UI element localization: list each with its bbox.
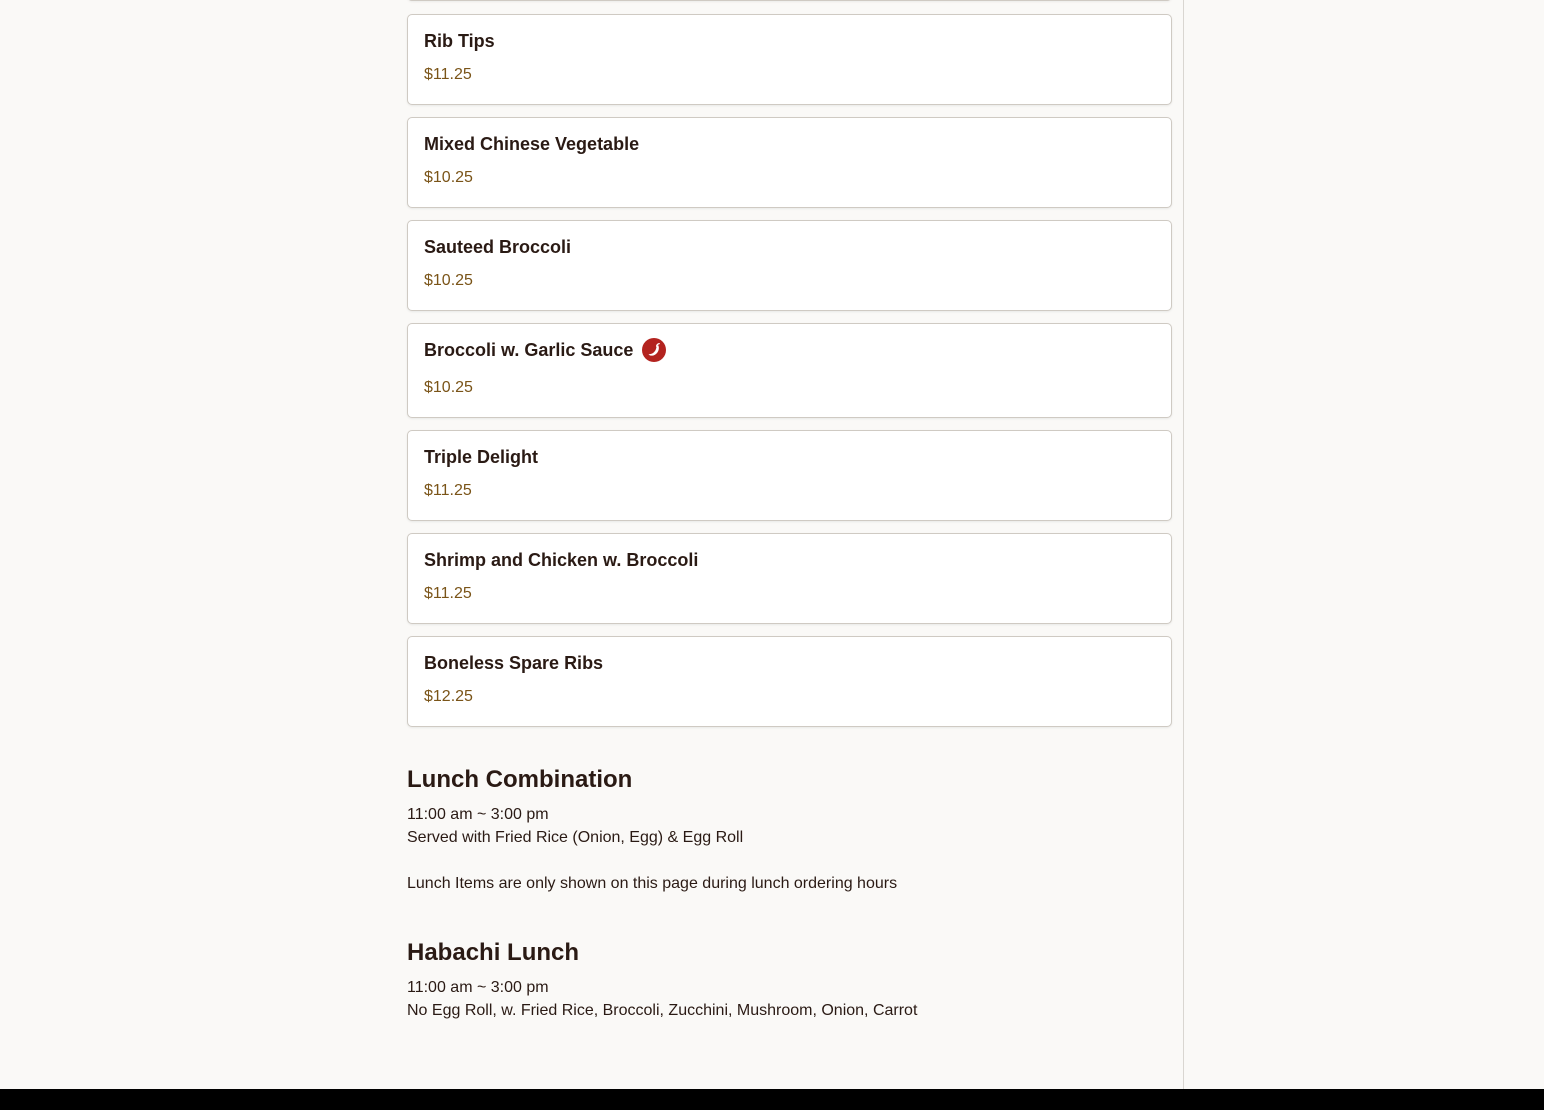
item-price: $10.25 [424, 169, 473, 186]
item-name-row: Broccoli w. Garlic Sauce [424, 338, 1155, 362]
item-name: Shrimp and Chicken w. Broccoli [424, 550, 699, 570]
item-price: $10.25 [424, 272, 473, 289]
item-name-row: Shrimp and Chicken w. Broccoli [424, 550, 1155, 570]
menu-item-card[interactable]: Rib Tips $11.25 [407, 14, 1172, 105]
menu-item-card[interactable]: Shrimp and Chicken w. Broccoli $11.25 [407, 533, 1172, 624]
item-name: Broccoli w. Garlic Sauce [424, 340, 634, 360]
menu-item-card[interactable]: Sauteed Broccoli $10.25 [407, 220, 1172, 311]
section-description: No Egg Roll, w. Fried Rice, Broccoli, Zu… [407, 1002, 918, 1019]
item-name: Rib Tips [424, 31, 495, 51]
lunch-combination-section: Lunch Combination 11:00 am ~ 3:00 pm Ser… [407, 766, 1172, 895]
item-name-row: Boneless Spare Ribs [424, 653, 1155, 673]
item-name: Triple Delight [424, 447, 539, 467]
previous-menu-card[interactable] [407, 0, 1172, 1]
habachi-lunch-section: Habachi Lunch 11:00 am ~ 3:00 pm No Egg … [407, 939, 1172, 1022]
menu-item-card[interactable]: Mixed Chinese Vegetable $10.25 [407, 117, 1172, 208]
section-note: Lunch Items are only shown on this page … [407, 875, 898, 892]
item-name: Mixed Chinese Vegetable [424, 134, 640, 154]
chili-pepper-icon [642, 338, 667, 362]
section-hours: 11:00 am ~ 3:00 pm [407, 806, 549, 823]
menu-item-card[interactable]: Broccoli w. Garlic Sauce $10.25 [407, 323, 1172, 418]
item-name: Boneless Spare Ribs [424, 653, 604, 673]
item-price: $11.25 [424, 66, 472, 83]
item-price: $12.25 [424, 688, 473, 705]
section-hours: 11:00 am ~ 3:00 pm [407, 979, 549, 996]
section-title: Habachi Lunch [407, 939, 580, 966]
item-price: $11.25 [424, 482, 472, 499]
item-price: $11.25 [424, 585, 472, 602]
section-title: Lunch Combination [407, 766, 633, 793]
footer-bar [0, 1089, 1544, 1110]
item-name-row: Triple Delight [424, 447, 1155, 467]
item-name-row: Rib Tips [424, 31, 1155, 51]
section-description: Served with Fried Rice (Onion, Egg) & Eg… [407, 829, 744, 846]
menu-item-card[interactable]: Triple Delight $11.25 [407, 430, 1172, 521]
menu-item-list: Rib Tips $11.25 Mixed Chinese Vegetable … [407, 14, 1172, 739]
menu-item-card[interactable]: Boneless Spare Ribs $12.25 [407, 636, 1172, 727]
column-divider [1183, 0, 1184, 1089]
item-price: $10.25 [424, 379, 473, 396]
item-name: Sauteed Broccoli [424, 237, 572, 257]
item-name-row: Mixed Chinese Vegetable [424, 134, 1155, 154]
item-name-row: Sauteed Broccoli [424, 237, 1155, 257]
